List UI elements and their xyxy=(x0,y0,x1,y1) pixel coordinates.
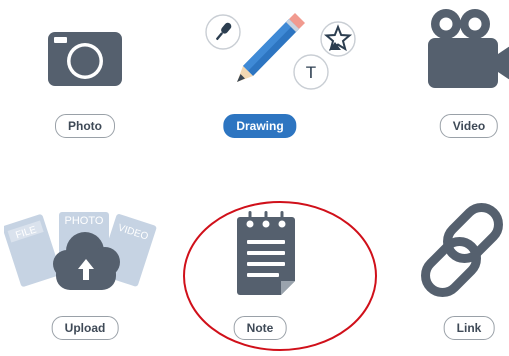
option-video[interactable]: Video xyxy=(394,0,509,160)
photo-label[interactable]: Photo xyxy=(55,114,115,138)
photo-card-label: PHOTO xyxy=(65,215,104,227)
upload-label[interactable]: Upload xyxy=(51,316,119,340)
svg-text:T: T xyxy=(306,63,316,82)
chain-link-icon xyxy=(421,203,503,297)
upload-cloud-icon: FILE VIDEO PHOTO xyxy=(4,212,157,290)
link-label[interactable]: Link xyxy=(443,316,495,340)
camera-icon xyxy=(48,32,122,86)
option-photo[interactable]: Photo xyxy=(10,0,160,160)
option-link[interactable]: Link xyxy=(394,196,509,356)
video-label[interactable]: Video xyxy=(439,114,499,138)
microphone-icon xyxy=(205,14,241,50)
drawing-label[interactable]: Drawing xyxy=(223,114,297,138)
text-t-icon: T xyxy=(293,54,329,90)
notepad-icon xyxy=(237,211,295,295)
option-upload[interactable]: FILE VIDEO PHOTO Upload xyxy=(4,196,160,356)
video-camera-icon xyxy=(428,9,509,88)
note-label[interactable]: Note xyxy=(233,316,287,340)
option-note[interactable]: Note xyxy=(185,196,335,356)
option-drawing[interactable]: T Drawing xyxy=(185,0,356,160)
